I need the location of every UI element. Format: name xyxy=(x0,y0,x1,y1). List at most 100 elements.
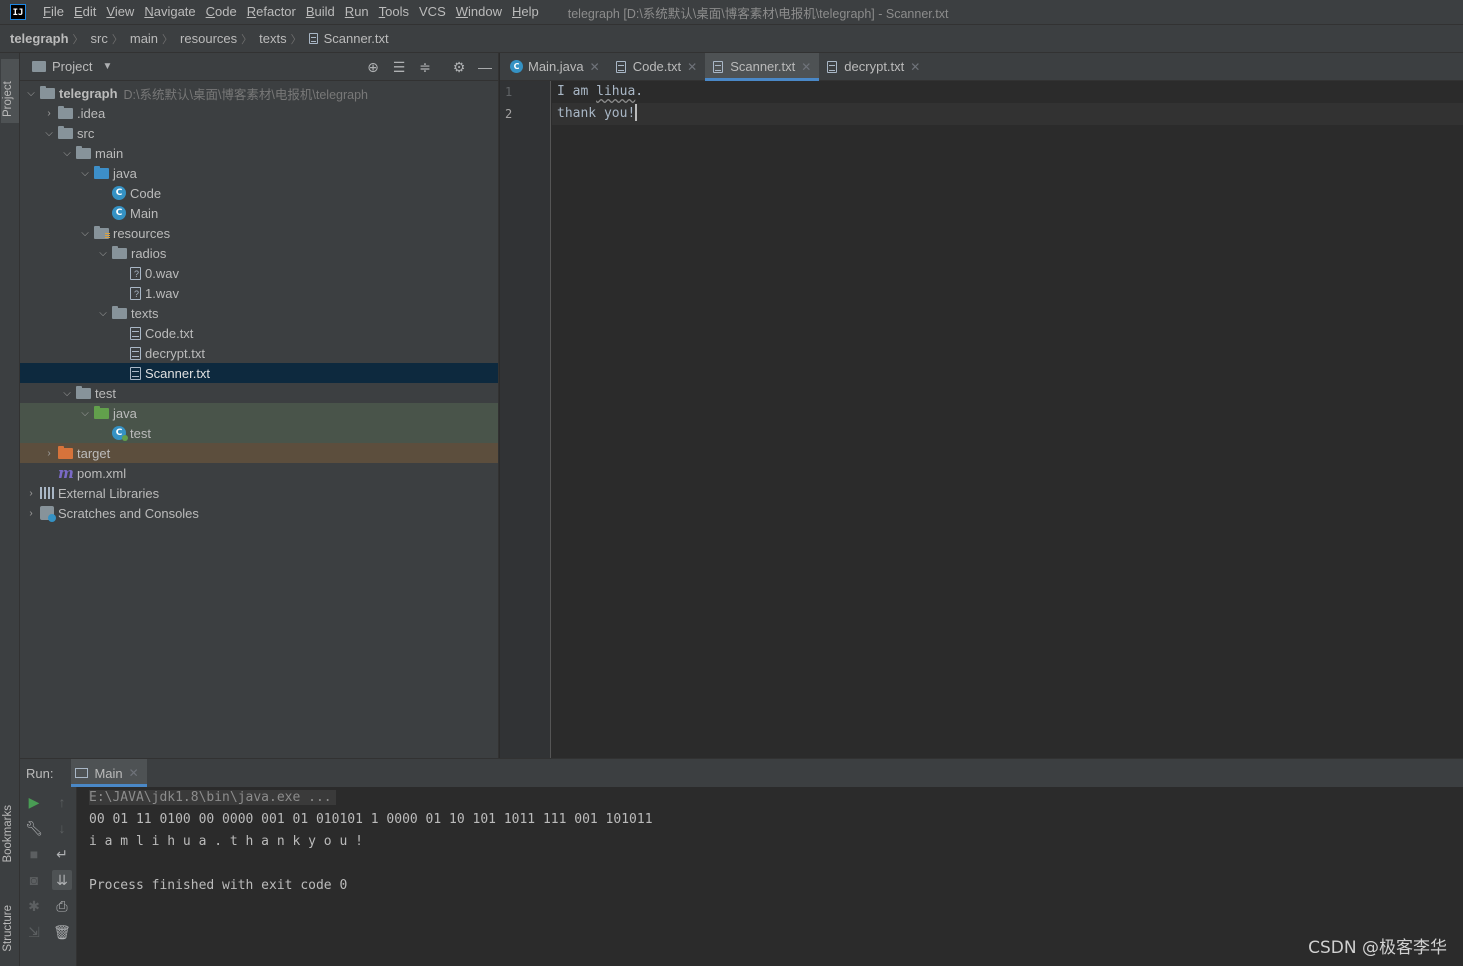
close-icon[interactable]: ✕ xyxy=(687,60,697,74)
close-icon[interactable]: ✕ xyxy=(801,60,811,74)
run-tab-main[interactable]: Main ✕ xyxy=(71,759,147,787)
chevron-right-icon[interactable]: › xyxy=(40,108,58,119)
tree-item-code-txt[interactable]: Code.txt xyxy=(20,323,498,343)
breadcrumb-project[interactable]: telegraph xyxy=(10,31,69,46)
chevron-down-icon[interactable]: ⌵ xyxy=(58,148,76,159)
close-icon[interactable]: ✕ xyxy=(590,60,600,74)
close-icon[interactable]: ✕ xyxy=(129,766,139,780)
project-tool-tab[interactable]: Project xyxy=(1,59,19,123)
tree-item-src[interactable]: ⌵ src xyxy=(20,123,498,143)
tree-item-external-libraries[interactable]: › External Libraries xyxy=(20,483,498,503)
project-panel-title[interactable]: Project xyxy=(52,59,92,74)
chevron-down-icon[interactable]: ▼ xyxy=(102,61,112,72)
wrench-icon[interactable]: 🔧︎ xyxy=(24,818,44,838)
menu-window[interactable]: Window xyxy=(451,0,507,24)
hide-panel-icon[interactable]: — xyxy=(478,60,492,74)
tab-decrypt-txt[interactable]: decrypt.txt ✕ xyxy=(819,53,928,80)
chevron-right-icon[interactable]: › xyxy=(22,488,40,499)
breadcrumb-separator-icon: 〉 xyxy=(72,33,84,46)
tree-item-main[interactable]: ⌵ main xyxy=(20,143,498,163)
tree-item-resources[interactable]: ⌵ resources xyxy=(20,223,498,243)
chevron-down-icon[interactable]: ⌵ xyxy=(40,128,58,139)
run-panel: Run: Main ✕ ▶ 🔧︎ ■ ◙ ✱ ⇲ ↑ ↓ ↵ ⇊ ⎙ 🗑︎ E:… xyxy=(20,758,1463,966)
tree-item-telegraph[interactable]: ⌵ telegraph D:\系统默认\桌面\博客素材\电报机\telegrap… xyxy=(20,83,498,103)
tab-label: Scanner.txt xyxy=(730,59,796,74)
tree-item-main-class[interactable]: C Main xyxy=(20,203,498,223)
menu-build[interactable]: Build xyxy=(301,0,340,24)
chevron-down-icon[interactable]: ⌵ xyxy=(76,228,94,239)
code-line[interactable]: I am lihua. xyxy=(552,81,1463,103)
menu-file[interactable]: File xyxy=(38,0,69,24)
tree-item-idea[interactable]: › .idea xyxy=(20,103,498,123)
intellij-logo-icon[interactable]: IJ xyxy=(10,4,26,20)
tree-item-wav1[interactable]: 1.wav xyxy=(20,283,498,303)
settings-debug-icon[interactable]: ✱ xyxy=(24,896,44,916)
print-icon[interactable]: ⎙ xyxy=(52,896,72,916)
tree-item-decrypt-txt[interactable]: decrypt.txt xyxy=(20,343,498,363)
console-line: i a m l i h u a . t h a n k y o u ! xyxy=(89,834,363,849)
menu-vcs[interactable]: VCS xyxy=(414,0,451,24)
rerun-icon[interactable]: ▶ xyxy=(24,792,44,812)
tab-main-java[interactable]: C Main.java ✕ xyxy=(502,53,608,80)
tree-item-test-class[interactable]: C test xyxy=(20,423,498,443)
tree-item-pom[interactable]: m pom.xml xyxy=(20,463,498,483)
chevron-right-icon[interactable]: › xyxy=(40,448,58,459)
chevron-down-icon[interactable]: ⌵ xyxy=(94,248,112,259)
tree-item-java[interactable]: ⌵ java xyxy=(20,163,498,183)
console-output[interactable]: E:\JAVA\jdk1.8\bin\java.exe ... 00 01 11… xyxy=(89,787,1463,966)
gear-icon[interactable]: ⚙ xyxy=(452,60,466,74)
project-tree: ⌵ telegraph D:\系统默认\桌面\博客素材\电报机\telegrap… xyxy=(20,81,498,523)
bookmarks-tool-tab[interactable]: Bookmarks xyxy=(2,805,14,863)
menu-code-mnemonic: C xyxy=(205,4,216,19)
menu-run[interactable]: Run xyxy=(340,0,374,24)
menu-help[interactable]: Help xyxy=(507,0,544,24)
tree-item-wav0[interactable]: 0.wav xyxy=(20,263,498,283)
breadcrumb-src[interactable]: src xyxy=(91,31,108,46)
menu-refactor[interactable]: Refactor xyxy=(242,0,301,24)
tab-scanner-txt[interactable]: Scanner.txt ✕ xyxy=(705,53,820,81)
menu-edit[interactable]: Edit xyxy=(69,0,101,24)
breadcrumb-main[interactable]: main xyxy=(130,31,158,46)
chevron-down-icon[interactable]: ⌵ xyxy=(22,88,40,99)
exit-icon[interactable]: ⇲ xyxy=(24,922,44,942)
code-area[interactable]: I am lihua. thank you! xyxy=(552,81,1463,758)
folder-icon xyxy=(76,146,91,159)
chevron-down-icon[interactable]: ⌵ xyxy=(94,308,112,319)
menu-view[interactable]: View xyxy=(101,0,139,24)
code-line-current[interactable]: thank you! xyxy=(552,103,1463,125)
stop-icon[interactable]: ■ xyxy=(24,844,44,864)
structure-tool-tab[interactable]: Structure xyxy=(2,905,14,952)
chevron-down-icon[interactable]: ⌵ xyxy=(76,168,94,179)
menu-tools[interactable]: Tools xyxy=(374,0,414,24)
breadcrumb-texts[interactable]: texts xyxy=(259,31,286,46)
tree-item-test-java[interactable]: ⌵ java xyxy=(20,403,498,423)
text-file-icon xyxy=(130,326,141,340)
breadcrumb-file[interactable]: Scanner.txt xyxy=(324,31,389,46)
menu-navigate[interactable]: Navigate xyxy=(139,0,200,24)
tree-item-texts[interactable]: ⌵ texts xyxy=(20,303,498,323)
trash-icon[interactable]: 🗑︎ xyxy=(52,922,72,942)
collapse-all-icon[interactable]: ≑ xyxy=(418,60,432,74)
console-command[interactable]: E:\JAVA\jdk1.8\bin\java.exe ... xyxy=(89,790,336,805)
arrow-down-icon[interactable]: ↓ xyxy=(52,818,72,838)
expand-all-icon[interactable]: ☰ xyxy=(392,60,406,74)
arrow-up-icon[interactable]: ↑ xyxy=(52,792,72,812)
tab-code-txt[interactable]: Code.txt ✕ xyxy=(608,53,705,80)
scroll-to-end-icon[interactable]: ⇊ xyxy=(52,870,72,890)
tree-item-scratches[interactable]: › Scratches and Consoles xyxy=(20,503,498,523)
tree-item-code[interactable]: C Code xyxy=(20,183,498,203)
breadcrumb-separator-icon: 〉 xyxy=(111,33,123,46)
chevron-down-icon[interactable]: ⌵ xyxy=(58,388,76,399)
chevron-down-icon[interactable]: ⌵ xyxy=(76,408,94,419)
close-icon[interactable]: ✕ xyxy=(910,60,920,74)
tree-item-scanner-txt[interactable]: Scanner.txt xyxy=(20,363,498,383)
tree-item-target[interactable]: › target xyxy=(20,443,498,463)
tree-item-radios[interactable]: ⌵ radios xyxy=(20,243,498,263)
locate-file-icon[interactable]: ⊕ xyxy=(366,60,380,74)
soft-wrap-icon[interactable]: ↵ xyxy=(52,844,72,864)
menu-code[interactable]: Code xyxy=(201,0,242,24)
chevron-right-icon[interactable]: › xyxy=(22,508,40,519)
breadcrumb-resources[interactable]: resources xyxy=(180,31,237,46)
tree-item-test[interactable]: ⌵ test xyxy=(20,383,498,403)
camera-icon[interactable]: ◙ xyxy=(24,870,44,890)
